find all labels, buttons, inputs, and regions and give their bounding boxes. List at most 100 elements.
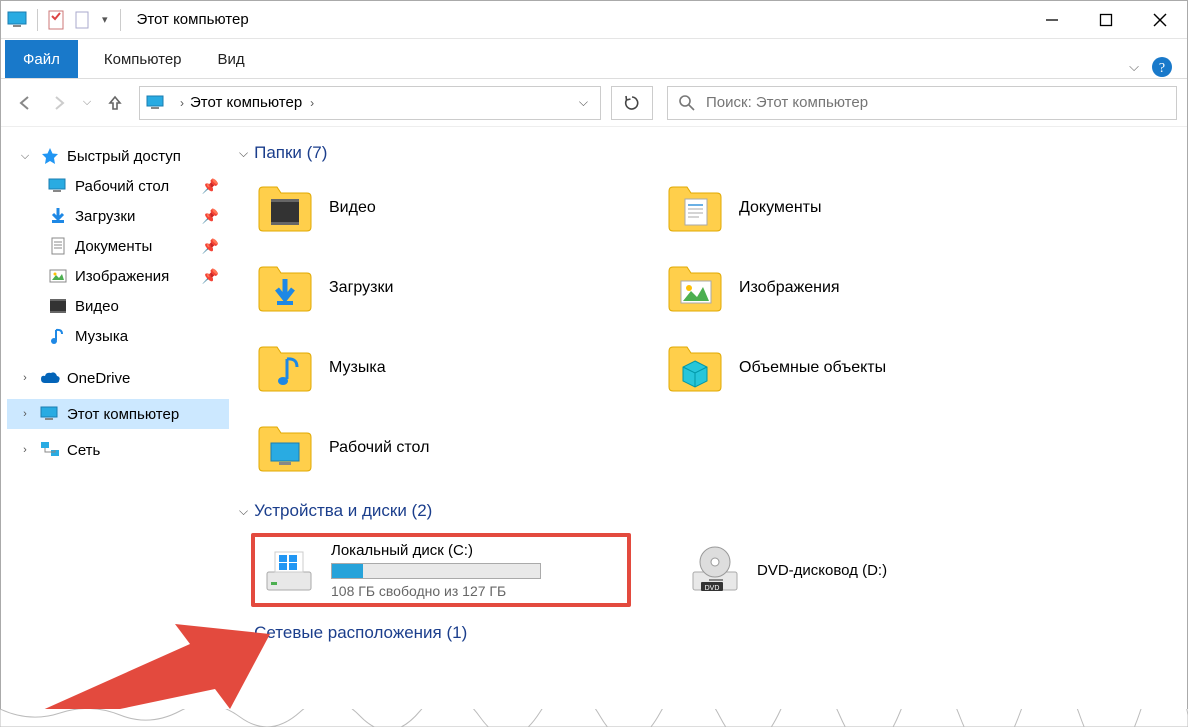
up-button[interactable] [101, 89, 129, 117]
sidebar-item-label: Рабочий стол [75, 178, 169, 195]
video-folder-icon [257, 180, 313, 236]
sidebar-item-network[interactable]: › Сеть [7, 435, 229, 465]
chevron-right-icon[interactable]: › [17, 372, 33, 384]
folder-label: Видео [329, 199, 376, 217]
drive-dvd-d[interactable]: DVD DVD-дисковод (D:) [681, 533, 1061, 607]
sidebar-item-label: Изображения [75, 268, 169, 285]
folder-music[interactable]: Музыка [253, 335, 633, 401]
address-bar[interactable]: › Этот компьютер › ⌵ [139, 86, 601, 120]
documents-icon [47, 235, 69, 257]
sidebar-item-label: Этот компьютер [67, 406, 179, 423]
sidebar-item-this-pc[interactable]: › Этот компьютер [7, 399, 229, 429]
star-icon [39, 145, 61, 167]
separator [120, 9, 121, 31]
minimize-button[interactable] [1025, 2, 1079, 38]
svg-text:DVD: DVD [705, 585, 720, 592]
properties-icon[interactable] [46, 9, 68, 31]
pin-icon: 📌 [202, 238, 219, 255]
chevron-down-icon[interactable]: ⌵ [239, 146, 248, 161]
pc-icon [7, 10, 29, 30]
qat-dropdown-icon[interactable]: ▾ [98, 13, 112, 26]
folder-documents[interactable]: Документы [663, 175, 1043, 241]
folder-label: Музыка [329, 359, 386, 377]
chevron-down-icon[interactable]: ⌵ [239, 626, 248, 641]
svg-text:?: ? [1159, 61, 1165, 76]
folder-videos[interactable]: Видео [253, 175, 633, 241]
downloads-icon [47, 205, 69, 227]
ribbon-collapse-icon[interactable]: ⌵ [1129, 59, 1139, 75]
pin-icon: 📌 [202, 178, 219, 195]
window-title: Этот компьютер [137, 11, 249, 28]
sidebar-item-quick-access[interactable]: ⌵ Быстрый доступ [7, 141, 229, 171]
main-content: ⌵ Папки (7) Видео Документы [233, 127, 1187, 726]
sidebar-item-videos[interactable]: Видео [7, 291, 229, 321]
drive-free-text: 108 ГБ свободно из 127 ГБ [331, 583, 541, 599]
help-icon[interactable]: ? [1151, 56, 1173, 78]
folder-3d-objects[interactable]: Объемные объекты [663, 335, 1043, 401]
folder-label: Объемные объекты [739, 359, 886, 377]
pc-icon [39, 403, 61, 425]
section-title: Сетевые расположения (1) [254, 623, 467, 643]
section-network-header[interactable]: ⌵ Сетевые расположения (1) [233, 617, 1187, 649]
folder-downloads[interactable]: Загрузки [253, 255, 633, 321]
maximize-button[interactable] [1079, 2, 1133, 38]
sidebar-item-label: Музыка [75, 328, 128, 345]
dvd-icon: DVD [687, 542, 743, 598]
music-icon [47, 325, 69, 347]
downloads-folder-icon [257, 260, 313, 316]
pictures-icon [47, 265, 69, 287]
section-title: Папки (7) [254, 143, 327, 163]
folder-pictures[interactable]: Изображения [663, 255, 1043, 321]
section-drives-header[interactable]: ⌵ Устройства и диски (2) [233, 495, 1187, 527]
search-box[interactable] [667, 86, 1177, 120]
folder-desktop[interactable]: Рабочий стол [253, 415, 633, 481]
forward-button[interactable] [45, 89, 73, 117]
new-item-icon[interactable] [72, 9, 94, 31]
sidebar-item-onedrive[interactable]: › OneDrive [7, 363, 229, 393]
sidebar-item-label: Документы [75, 238, 152, 255]
drive-local-c[interactable]: Локальный диск (C:) 108 ГБ свободно из 1… [251, 533, 631, 607]
search-input[interactable] [706, 94, 1166, 111]
titlebar: ▾ Этот компьютер [1, 1, 1187, 39]
separator [37, 9, 38, 31]
address-dropdown-icon[interactable]: ⌵ [571, 95, 596, 110]
sidebar-item-documents[interactable]: Документы 📌 [7, 231, 229, 261]
desktop-folder-icon [257, 420, 313, 476]
folder-label: Рабочий стол [329, 439, 429, 457]
network-icon [39, 439, 61, 461]
navigation-sidebar: ⌵ Быстрый доступ Рабочий стол 📌 Загрузки… [1, 127, 233, 726]
chevron-right-icon[interactable]: › [17, 444, 33, 456]
chevron-down-icon[interactable]: ⌵ [239, 504, 248, 519]
pictures-folder-icon [667, 260, 723, 316]
sidebar-item-pictures[interactable]: Изображения 📌 [7, 261, 229, 291]
breadcrumb-separator[interactable]: › [174, 96, 190, 110]
back-button[interactable] [11, 89, 39, 117]
torn-edge [0, 709, 1188, 727]
pc-icon [144, 91, 168, 115]
search-icon [678, 94, 696, 112]
tab-computer[interactable]: Компьютер [86, 40, 200, 78]
sidebar-item-music[interactable]: Музыка [7, 321, 229, 351]
section-title: Устройства и диски (2) [254, 501, 432, 521]
chevron-right-icon[interactable]: › [17, 408, 33, 420]
cloud-icon [39, 367, 61, 389]
chevron-down-icon[interactable]: ⌵ [17, 150, 33, 163]
sidebar-item-label: OneDrive [67, 370, 130, 387]
tab-view[interactable]: Вид [200, 40, 263, 78]
recent-dropdown[interactable]: ⌵ [79, 89, 95, 117]
section-folders-header[interactable]: ⌵ Папки (7) [233, 137, 1187, 169]
navigation-bar: ⌵ › Этот компьютер › ⌵ [1, 79, 1187, 127]
hdd-icon [261, 542, 317, 598]
refresh-button[interactable] [611, 86, 653, 120]
folder-label: Загрузки [329, 279, 393, 297]
videos-icon [47, 295, 69, 317]
pin-icon: 📌 [202, 208, 219, 225]
breadcrumb-separator[interactable]: › [302, 96, 322, 110]
breadcrumb-root[interactable]: Этот компьютер [190, 94, 302, 111]
pin-icon: 📌 [202, 268, 219, 285]
sidebar-item-downloads[interactable]: Загрузки 📌 [7, 201, 229, 231]
tab-file[interactable]: Файл [5, 40, 78, 78]
sidebar-item-desktop[interactable]: Рабочий стол 📌 [7, 171, 229, 201]
close-button[interactable] [1133, 2, 1187, 38]
sidebar-item-label: Видео [75, 298, 119, 315]
